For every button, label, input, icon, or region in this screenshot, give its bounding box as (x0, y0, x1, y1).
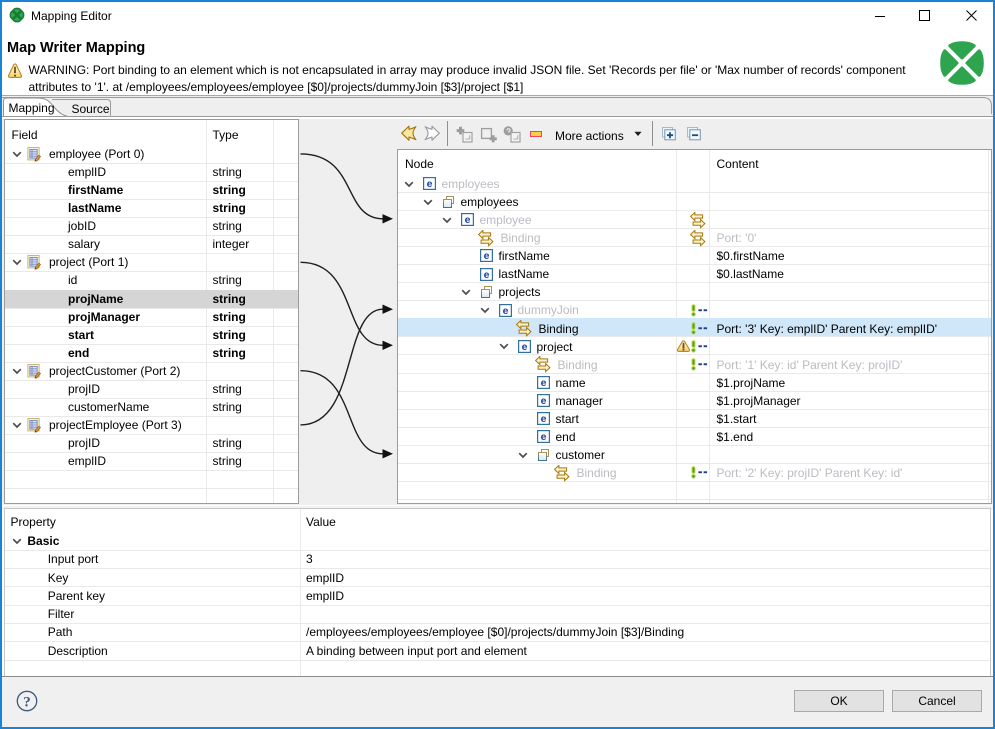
svg-text:e: e (540, 377, 546, 389)
svg-text:e: e (540, 431, 546, 443)
svg-text:e: e (483, 251, 489, 263)
svg-text:e: e (540, 413, 546, 425)
svg-text:e: e (521, 341, 527, 353)
svg-text:e: e (426, 178, 432, 190)
svg-text:e: e (502, 305, 508, 317)
svg-text:e: e (483, 269, 489, 281)
svg-text:?: ? (23, 695, 31, 711)
svg-text:e: e (540, 395, 546, 407)
svg-text:e: e (464, 215, 470, 227)
